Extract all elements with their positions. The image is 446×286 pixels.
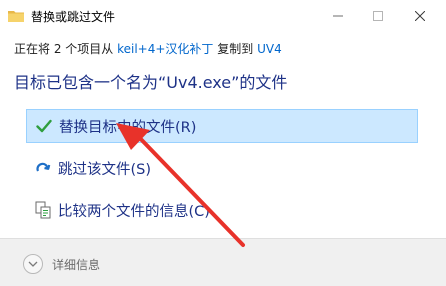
details-toggle-button[interactable] — [23, 254, 43, 274]
window-title: 替换或跳过文件 — [31, 10, 116, 24]
checkmark-icon — [34, 116, 54, 136]
close-icon — [415, 11, 425, 21]
details-label[interactable]: 详细信息 — [52, 256, 100, 273]
compare-files-icon — [33, 200, 53, 220]
replace-file-option[interactable]: 替换目标中的文件(R) — [26, 109, 418, 143]
chevron-down-icon — [28, 261, 38, 267]
progress-middle: 复制到 — [217, 42, 254, 56]
maximize-button[interactable] — [358, 0, 398, 32]
folder-icon — [8, 8, 24, 22]
close-button[interactable] — [400, 0, 440, 32]
minimize-icon — [333, 15, 343, 17]
minimize-button[interactable] — [318, 0, 358, 32]
copy-progress-text: 正在将 2 个项目从 keil+4+汉化补丁 复制到 UV4 — [14, 40, 282, 57]
destination-folder-link[interactable]: UV4 — [257, 42, 282, 56]
skip-arrow-icon — [33, 158, 53, 178]
replace-file-label: 替换目标中的文件(R) — [59, 119, 197, 136]
source-folder-link[interactable]: keil+4+汉化补丁 — [117, 42, 213, 56]
compare-files-option[interactable]: 比较两个文件的信息(C) — [26, 193, 418, 227]
conflict-headline: 目标已包含一个名为“Uv4.exe”的文件 — [14, 73, 288, 92]
skip-file-option[interactable]: 跳过该文件(S) — [26, 151, 418, 185]
maximize-icon — [373, 11, 383, 21]
skip-file-label: 跳过该文件(S) — [58, 161, 152, 178]
title-bar: 替换或跳过文件 — [0, 0, 446, 32]
compare-files-label: 比较两个文件的信息(C) — [58, 203, 210, 220]
progress-prefix: 正在将 2 个项目从 — [14, 42, 114, 56]
